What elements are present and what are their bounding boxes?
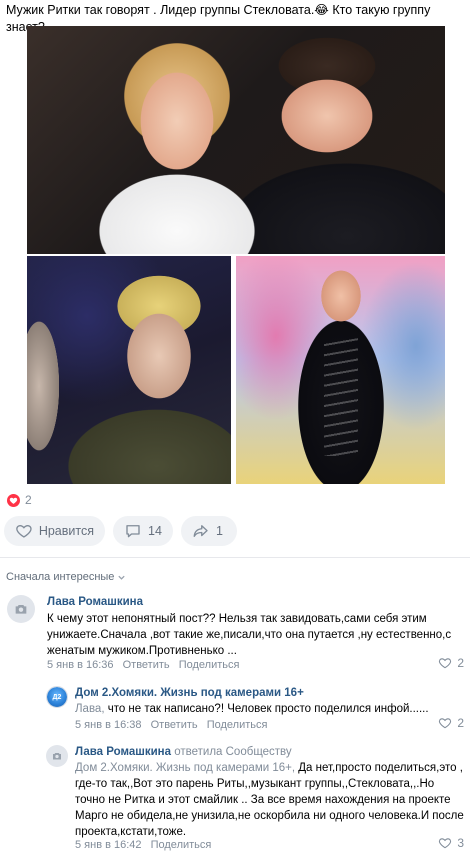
avatar[interactable] — [7, 595, 35, 623]
reactions-summary[interactable]: 2 — [7, 493, 32, 507]
like-button-label: Нравится — [38, 524, 94, 538]
divider — [0, 557, 470, 558]
comment-meta: 5 янв в 16:36 Ответить Поделиться — [47, 658, 245, 672]
post-photo-young-man[interactable] — [27, 256, 231, 484]
heart-outline-icon — [439, 658, 452, 669]
comment-reply: Д2 Дом 2.Хомяки. Жизнь под камерами 16+ … — [0, 683, 470, 735]
heart-outline-icon — [439, 838, 452, 849]
reply-button[interactable]: Ответить — [123, 659, 170, 671]
chevron-down-icon — [118, 575, 126, 580]
comment-count: 14 — [148, 524, 162, 538]
comments-sort-label: Сначала интересные — [6, 571, 115, 583]
reply-button[interactable]: Ответить — [151, 719, 198, 731]
share-link[interactable]: Поделиться — [151, 839, 212, 851]
comment-text: Дом 2.Хомяки. Жизнь под камерами 16+, Да… — [75, 760, 467, 840]
camera-icon — [53, 753, 61, 760]
comment-addressee[interactable]: Дом 2.Хомяки. Жизнь под камерами 16+, — [75, 762, 295, 774]
comment-addressee[interactable]: Лава, — [75, 703, 105, 715]
share-link[interactable]: Поделиться — [207, 719, 268, 731]
comment-button[interactable]: 14 — [113, 516, 173, 546]
comment-text: Лава, что не так написано?! Человек прос… — [75, 701, 465, 717]
comment-author: Лава Ромашкина ответила Сообществу — [75, 745, 292, 759]
comment-date[interactable]: 5 янв в 16:42 — [75, 839, 142, 851]
share-button[interactable]: 1 — [181, 516, 237, 546]
camera-icon — [15, 605, 27, 614]
replied-to-label: ответила Сообществу — [174, 746, 292, 758]
reactions-count: 2 — [25, 493, 32, 507]
heart-reaction-icon — [7, 493, 20, 507]
comment-like-count: 2 — [457, 716, 464, 730]
post-photo-man-on-stage[interactable] — [236, 256, 445, 484]
comment-reply: Лава Ромашкина ответила Сообществу Дом 2… — [0, 743, 470, 853]
heart-outline-icon — [439, 718, 452, 729]
comment-meta: 5 янв в 16:38 Ответить Поделиться — [75, 718, 273, 732]
share-count: 1 — [216, 524, 223, 538]
avatar[interactable] — [46, 745, 68, 767]
comment-like-button[interactable]: 2 — [438, 716, 464, 730]
post-action-bar: Нравится 14 1 — [4, 516, 237, 546]
post-photo-couple[interactable] — [27, 26, 445, 254]
comment-date[interactable]: 5 янв в 16:36 — [47, 659, 114, 671]
comment-meta: 5 янв в 16:42 Поделиться — [75, 838, 217, 852]
comment-author[interactable]: Лава Ромашкина — [47, 595, 143, 609]
comment-body: что не так написано?! Человек просто под… — [104, 703, 429, 715]
heart-outline-icon — [16, 524, 32, 538]
share-icon — [193, 525, 208, 537]
comment-like-count: 3 — [457, 836, 464, 850]
comment-like-button[interactable]: 3 — [438, 836, 464, 850]
comments-sort-dropdown[interactable]: Сначала интересные — [6, 571, 126, 583]
community-logo-icon: Д2 — [47, 687, 67, 707]
comment-text: К чему этот непонятный пост?? Нельзя так… — [47, 613, 452, 657]
comment-author-name[interactable]: Лава Ромашкина — [75, 746, 171, 758]
comment-like-count: 2 — [457, 656, 464, 670]
comment-date[interactable]: 5 янв в 16:38 — [75, 719, 142, 731]
like-button[interactable]: Нравится — [4, 516, 105, 546]
comment: Лава Ромашкина К чему этот непонятный по… — [0, 592, 470, 674]
comment-author[interactable]: Дом 2.Хомяки. Жизнь под камерами 16+ — [75, 686, 304, 700]
community-avatar[interactable]: Д2 — [46, 686, 68, 708]
share-link[interactable]: Поделиться — [179, 659, 240, 671]
comment-like-button[interactable]: 2 — [438, 656, 464, 670]
comment-icon — [126, 525, 140, 538]
